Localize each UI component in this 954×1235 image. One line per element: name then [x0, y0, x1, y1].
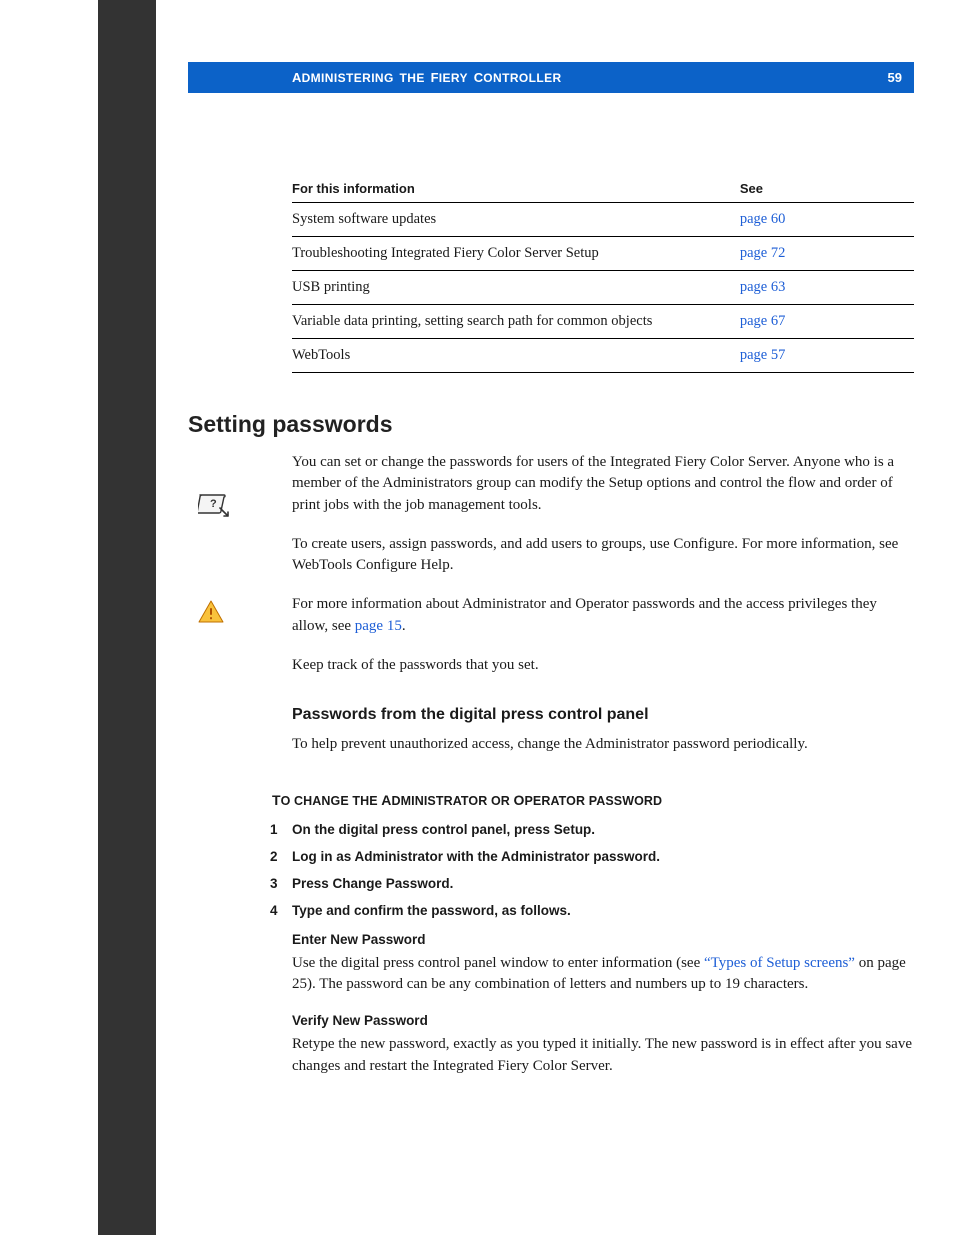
procedure-title: TO CHANGE THE ADMINISTRATOR OR OPERATOR … [272, 792, 914, 808]
step-text: Type and confirm the password, as follow… [292, 903, 571, 918]
banner-title-cap1: A [292, 70, 302, 85]
reference-table: For this information See System software… [292, 175, 914, 373]
sc-rest: DMINISTRATOR OR [392, 794, 514, 808]
body-paragraph: To help prevent unauthorized access, cha… [292, 734, 914, 755]
table-row: WebToolspage 57 [292, 339, 914, 373]
step-text: On the digital press control panel, pres… [292, 822, 595, 837]
table-header-left: For this information [292, 175, 740, 203]
sc-cap: T [272, 792, 281, 808]
table-cell-label: System software updates [292, 203, 740, 237]
sc-rest: PERATOR PASSWORD [524, 794, 662, 808]
page-link[interactable]: page 72 [740, 245, 786, 261]
sc-rest: O CHANGE THE [281, 794, 382, 808]
help-cursor-icon: ? [198, 492, 232, 527]
table-row: Troubleshooting Integrated Fiery Color S… [292, 237, 914, 271]
banner-title: ADMINISTERING THE FIERY CONTROLLER [292, 70, 562, 85]
page-link[interactable]: page 67 [740, 313, 786, 329]
sc-cap: O [513, 792, 524, 808]
table-row: USB printingpage 63 [292, 271, 914, 305]
step-item: 2Log in as Administrator with the Admini… [292, 849, 914, 864]
document-page: ADMINISTERING THE FIERY CONTROLLER 59 Fo… [0, 0, 954, 1235]
table-cell-label: Troubleshooting Integrated Fiery Color S… [292, 237, 740, 271]
section-heading: Setting passwords [188, 411, 914, 438]
body-paragraph: For more information about Administrator… [292, 594, 914, 637]
field-label: Enter New Password [292, 932, 914, 947]
subsection-heading: Passwords from the digital press control… [292, 706, 914, 724]
step-number: 3 [270, 876, 278, 891]
text-span: Use the digital press control panel wind… [292, 955, 704, 971]
body-paragraph: Use the digital press control panel wind… [292, 953, 914, 996]
table-row: System software updatespage 60 [292, 203, 914, 237]
body-paragraph: To create users, assign passwords, and a… [292, 534, 914, 577]
chapter-banner: ADMINISTERING THE FIERY CONTROLLER 59 [188, 62, 914, 93]
step-text: Log in as Administrator with the Adminis… [292, 849, 660, 864]
page-link[interactable]: page 60 [740, 211, 786, 227]
page-link[interactable]: page 15 [355, 618, 402, 634]
banner-title-rest2: IERY [439, 71, 468, 85]
text-span: . [402, 618, 406, 634]
banner-title-rest3: ONTROLLER [483, 71, 561, 85]
body-paragraph: Keep track of the passwords that you set… [292, 655, 914, 676]
table-cell-label: Variable data printing, setting search p… [292, 305, 740, 339]
page-link[interactable]: page 57 [740, 347, 786, 363]
banner-title-rest1: DMINISTERING [302, 71, 394, 85]
page-number: 59 [888, 70, 902, 85]
step-item: 3Press Change Password. [292, 876, 914, 891]
body-column: For this information See System software… [292, 175, 914, 1077]
banner-title-the: THE [400, 71, 425, 85]
step-number: 1 [270, 822, 278, 837]
page-link[interactable]: page 63 [740, 279, 786, 295]
banner-title-cap3: C [474, 70, 484, 85]
step-number: 4 [270, 903, 278, 918]
table-cell-label: USB printing [292, 271, 740, 305]
field-label: Verify New Password [292, 1013, 914, 1028]
warning-icon [198, 600, 224, 629]
left-dark-strip [98, 0, 156, 1235]
step-item: 1On the digital press control panel, pre… [292, 822, 914, 837]
step-number: 2 [270, 849, 278, 864]
svg-text:?: ? [210, 498, 217, 510]
body-paragraph: Retype the new password, exactly as you … [292, 1034, 914, 1077]
table-cell-label: WebTools [292, 339, 740, 373]
banner-title-cap2: F [431, 70, 439, 85]
table-header-right: See [740, 175, 914, 203]
sc-cap: A [381, 792, 391, 808]
step-text: Press Change Password. [292, 876, 453, 891]
procedure-steps: 1On the digital press control panel, pre… [292, 822, 914, 918]
cross-ref-link[interactable]: “Types of Setup screens” [704, 955, 855, 971]
table-row: Variable data printing, setting search p… [292, 305, 914, 339]
step-item: 4Type and confirm the password, as follo… [292, 903, 914, 918]
page-content: ADMINISTERING THE FIERY CONTROLLER 59 Fo… [188, 0, 914, 1095]
body-paragraph: You can set or change the passwords for … [292, 452, 914, 516]
